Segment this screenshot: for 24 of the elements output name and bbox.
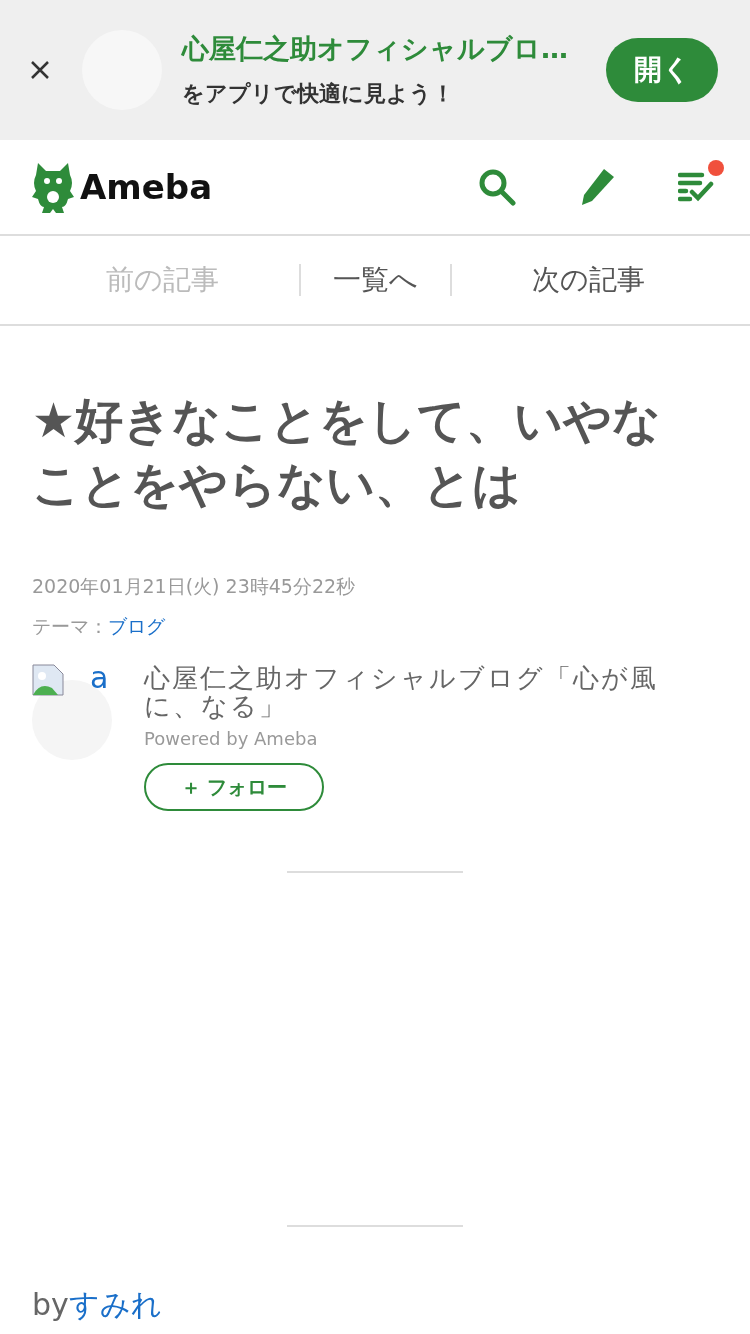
open-button[interactable]: 開く [606,38,718,102]
post-date: 2020年01月21日(火) 23時45分22秒 [32,574,357,599]
pencil-icon [580,169,614,205]
author-link[interactable]: すみれ [68,1287,162,1322]
article-nav-link[interactable]: 一覧へ [298,264,452,296]
by-label: by [32,1287,69,1322]
search-button[interactable] [478,168,516,206]
article-nav-link[interactable]: 次の記事 [451,264,725,296]
banner-title: 心屋仁之助オフィシャルブロ… [182,32,569,66]
powered-by: Powered by Ameba [144,728,319,749]
theme-link[interactable]: ブログ [108,615,165,637]
mascot-logo-icon [32,161,74,213]
feed-button[interactable] [678,160,724,202]
follow-button[interactable]: ＋ フォロー [144,763,324,811]
close-icon [30,60,50,80]
blog-name[interactable]: 心屋仁之助オフィシャルブログ「心が風に、なる」 [144,664,664,720]
search-icon [478,168,516,206]
banner-subtitle: をアプリで快適に見よう！ [182,80,455,108]
write-button[interactable] [580,169,614,205]
checklist-icon [678,172,714,202]
theme-label: テーマ： [32,615,108,637]
logo-text[interactable]: Ameba [80,167,213,207]
article-title: ★好きなことをして、いやなことをやらない、とは [32,391,663,514]
avatar-alt-text: a [90,660,109,695]
